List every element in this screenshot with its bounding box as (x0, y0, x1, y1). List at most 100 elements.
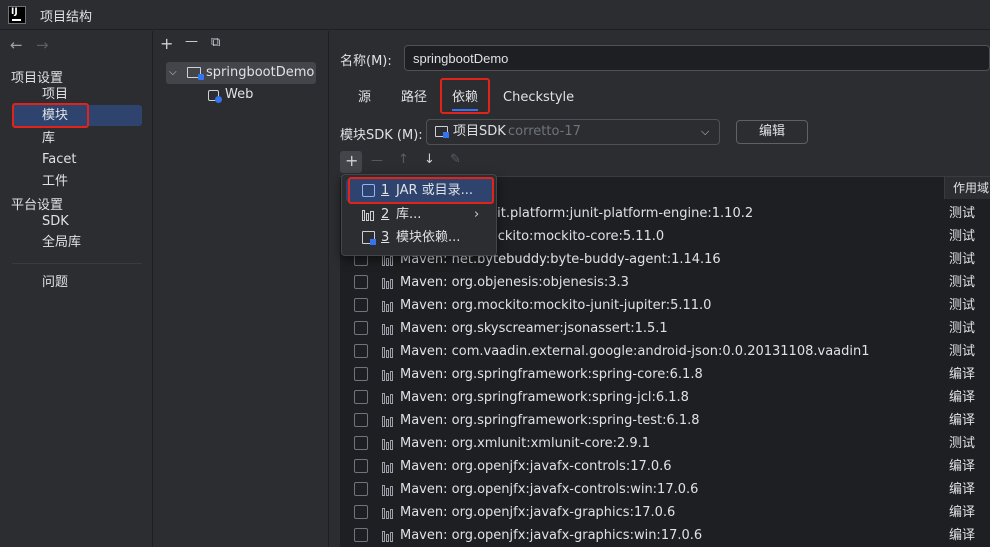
dependency-name: Maven: org.springframework:spring-test:6… (400, 413, 700, 428)
nav-item-artifacts[interactable]: 工件 (12, 171, 142, 192)
nav-item-libraries[interactable]: 库 (12, 128, 142, 149)
name-label: 名称(M): (340, 54, 392, 69)
remove-dependency-icon[interactable]: — (371, 153, 383, 167)
library-icon (382, 276, 396, 289)
remove-module-icon[interactable]: — (185, 34, 198, 49)
tab-sources[interactable]: 源 (358, 85, 371, 111)
library-icon (382, 414, 396, 427)
menu-item-library[interactable]: 2 库... › (346, 203, 494, 226)
dependency-scope[interactable]: 测试 (949, 432, 975, 455)
tree-item-label: Web (225, 87, 254, 102)
dependency-row[interactable]: Maven: org.skyscreamer:jsonassert:1.5.1 测… (340, 317, 990, 340)
export-checkbox[interactable] (354, 436, 368, 450)
dependency-row[interactable]: Maven: org.springframework:spring-jcl:6.… (340, 386, 990, 409)
dependency-scope[interactable]: 测试 (949, 271, 975, 294)
export-checkbox[interactable] (354, 275, 368, 289)
nav-divider (12, 263, 142, 264)
nav-item-project[interactable]: 项目 (12, 84, 142, 105)
export-checkbox[interactable] (354, 344, 368, 358)
settings-nav: ← → 项目设置 项目 模块 库 Facet 工件 平台设置 SDK 全局库 问… (0, 31, 153, 547)
nav-item-global-libraries[interactable]: 全局库 (12, 232, 142, 253)
nav-item-facets[interactable]: Facet (12, 149, 142, 170)
export-checkbox[interactable] (354, 459, 368, 473)
web-globe-icon (215, 96, 222, 103)
chevron-down-icon: ⌵ (701, 125, 710, 138)
export-checkbox[interactable] (354, 505, 368, 519)
add-dependency-popup: 1 JAR 或目录... 2 库... › 3 模块依赖... (341, 174, 497, 256)
dependency-row[interactable]: Maven: org.openjfx:javafx-graphics:17.0.… (340, 501, 990, 524)
dependency-scope[interactable]: 测试 (949, 225, 975, 248)
sdk-badge-icon (443, 132, 449, 138)
sdk-value: 项目SDK (453, 124, 506, 139)
export-checkbox[interactable] (354, 482, 368, 496)
tab-checkstyle[interactable]: Checkstyle (503, 85, 574, 111)
nav-item-sdks[interactable]: SDK (12, 211, 142, 232)
dependency-row[interactable]: Maven: org.springframework:spring-core:6… (340, 363, 990, 386)
dependency-scope[interactable]: 编译 (949, 524, 975, 547)
highlight-box-modules (12, 103, 89, 128)
add-module-icon[interactable]: + (160, 34, 173, 53)
tree-item-springbootdemo[interactable]: ⌵ springbootDemo (166, 62, 316, 84)
dependency-name: Maven: org.openjfx:javafx-controls:17.0.… (400, 459, 672, 474)
move-down-icon[interactable]: ↓ (424, 152, 435, 167)
library-icon (382, 345, 396, 358)
menu-item-module-dependency[interactable]: 3 模块依赖... (346, 226, 494, 249)
dependency-scope[interactable]: 测试 (949, 317, 975, 340)
dependency-row[interactable]: Maven: org.openjfx:javafx-controls:17.0.… (340, 455, 990, 478)
copy-module-icon[interactable]: ⧉ (211, 35, 220, 50)
dependency-scope[interactable]: 测试 (949, 248, 975, 271)
dependencies-toolbar: + — ↑ ↓ ✎ (340, 151, 990, 176)
dependency-row[interactable]: Maven: org.springframework:spring-test:6… (340, 409, 990, 432)
dependency-name: Maven: org.openjfx:javafx-graphics:win:1… (400, 528, 703, 543)
dependency-scope[interactable]: 编译 (949, 478, 975, 501)
dependency-scope[interactable]: 编译 (949, 501, 975, 524)
module-sdk-dropdown[interactable]: 项目SDK corretto-17 ⌵ (426, 119, 720, 145)
dependency-row[interactable]: Maven: com.vaadin.external.google:androi… (340, 340, 990, 363)
export-checkbox[interactable] (354, 298, 368, 312)
back-arrow-icon[interactable]: ← (10, 36, 23, 54)
export-checkbox[interactable] (354, 413, 368, 427)
dependency-row[interactable]: Maven: org.mockito:mockito-junit-jupiter… (340, 294, 990, 317)
tree-item-label: springbootDemo (206, 65, 315, 80)
library-icon (362, 208, 375, 221)
dependency-scope[interactable]: 测试 (949, 294, 975, 317)
dependency-row[interactable]: Maven: org.objenesis:objenesis:3.3 测试 (340, 271, 990, 294)
dependency-scope[interactable]: 编译 (949, 363, 975, 386)
tree-item-web[interactable]: Web (206, 84, 306, 106)
dependency-name: Maven: org.skyscreamer:jsonassert:1.5.1 (400, 321, 668, 336)
move-up-icon[interactable]: ↑ (398, 152, 409, 167)
export-checkbox[interactable] (354, 367, 368, 381)
dependency-scope[interactable]: 测试 (949, 340, 975, 363)
dependency-name: Maven: org.openjfx:javafx-controls:win:1… (400, 482, 699, 497)
add-dependency-icon[interactable]: + (345, 151, 358, 170)
dependency-name: Maven: org.springframework:spring-core:6… (400, 367, 703, 382)
library-icon (382, 460, 396, 473)
tab-paths[interactable]: 路径 (401, 85, 427, 111)
export-checkbox[interactable] (354, 390, 368, 404)
edit-dependency-icon[interactable]: ✎ (450, 152, 461, 167)
dependency-scope[interactable]: 编译 (949, 386, 975, 409)
title-bar: IJ 项目结构 (0, 0, 990, 30)
dependency-scope[interactable]: 编译 (949, 409, 975, 432)
module-name-input[interactable] (404, 45, 990, 71)
forward-arrow-icon[interactable]: → (36, 36, 49, 54)
dependency-row[interactable]: Maven: org.xmlunit:xmlunit-core:2.9.1 测试 (340, 432, 990, 455)
dependency-row[interactable]: Maven: org.openjfx:javafx-graphics:win:1… (340, 524, 990, 547)
nav-item-problems[interactable]: 问题 (12, 272, 142, 293)
module-badge-icon (370, 239, 376, 245)
export-checkbox[interactable] (354, 321, 368, 335)
library-icon (382, 299, 396, 312)
highlight-box-dependencies (440, 78, 490, 114)
scope-column-header[interactable]: 作用域 (944, 177, 990, 199)
sdk-hint: corretto-17 (508, 124, 581, 139)
dependency-name: Maven: com.vaadin.external.google:androi… (400, 344, 870, 359)
dependency-row[interactable]: Maven: org.openjfx:javafx-controls:win:1… (340, 478, 990, 501)
edit-sdk-button[interactable]: 编辑 (736, 120, 808, 144)
dependency-name: Maven: org.objenesis:objenesis:3.3 (400, 275, 629, 290)
dependency-scope[interactable]: 编译 (949, 455, 975, 478)
dependency-name: Maven: org.mockito:mockito-junit-jupiter… (400, 298, 712, 313)
export-checkbox[interactable] (354, 528, 368, 542)
dependency-scope[interactable]: 测试 (949, 202, 975, 225)
chevron-down-icon[interactable]: ⌵ (169, 62, 177, 84)
module-badge-icon (198, 74, 204, 80)
